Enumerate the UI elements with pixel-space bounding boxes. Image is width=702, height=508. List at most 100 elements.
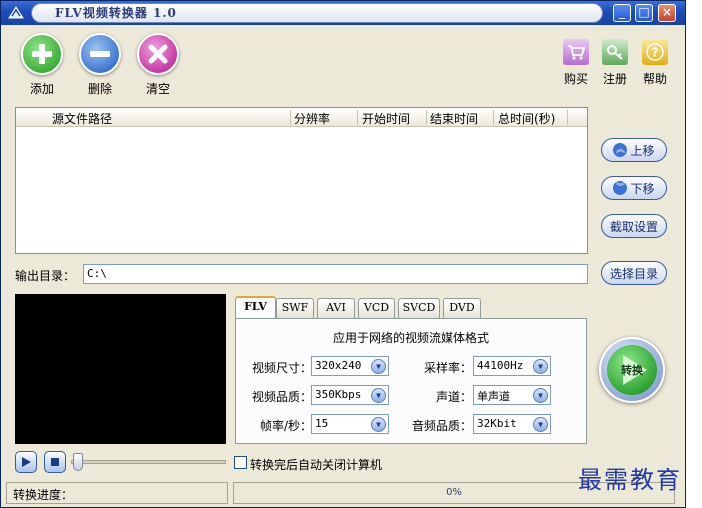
seek-track[interactable]	[71, 460, 226, 464]
column-resolution[interactable]: 分辨率	[294, 110, 330, 127]
dropdown-arrow-icon[interactable]: ▼	[533, 359, 548, 374]
video-size-select[interactable]: 320x240 ▼	[311, 356, 389, 376]
play-convert-icon: 转换	[607, 345, 657, 395]
column-start-time[interactable]: 开始时间	[362, 110, 410, 127]
play-icon	[22, 457, 31, 467]
delete-button[interactable]: 删除	[75, 33, 125, 97]
audio-quality-label: 音频品质：	[411, 419, 472, 433]
buy-label: 购买	[563, 72, 588, 86]
maximize-button[interactable]: □	[635, 4, 653, 22]
column-divider[interactable]	[426, 110, 427, 125]
frame-rate-value: 15	[315, 417, 329, 430]
format-description: 应用于网络的视频流媒体格式	[332, 331, 489, 345]
key-icon	[602, 39, 628, 65]
tab-flv[interactable]: FLV	[235, 296, 276, 319]
dropdown-arrow-icon[interactable]: ▼	[533, 417, 548, 432]
auto-shutdown-checkbox[interactable]	[234, 456, 247, 469]
double-down-icon: ︾	[613, 181, 628, 195]
close-button[interactable]: ×	[658, 4, 676, 22]
stop-button[interactable]	[44, 451, 66, 473]
buy-button[interactable]: 购买	[559, 39, 593, 87]
column-divider[interactable]	[357, 110, 358, 125]
clear-button[interactable]: 清空	[133, 33, 183, 97]
help-label: 帮助	[642, 72, 667, 86]
watermark-text: 最需教育	[578, 466, 682, 494]
column-divider[interactable]	[493, 110, 494, 125]
file-list-header: 源文件路径 分辨率 开始时间 结束时间 总时间(秒)	[16, 108, 587, 127]
video-quality-label: 视频品质：	[251, 390, 312, 404]
sample-rate-value: 44100Hz	[477, 359, 524, 372]
register-button[interactable]: 注册	[598, 39, 632, 87]
channel-select[interactable]: 单声道 ▼	[473, 385, 551, 405]
tab-avi[interactable]: AVI	[317, 298, 355, 318]
audio-quality-value: 32Kbit	[477, 417, 517, 430]
progress-label: 转换进度：	[13, 488, 74, 502]
column-total-time[interactable]: 总时间(秒)	[498, 110, 555, 127]
tab-svcd[interactable]: SVCD	[398, 298, 440, 318]
cart-icon	[563, 39, 589, 65]
convert-button[interactable]: 转换	[599, 337, 665, 403]
delete-label: 删除	[87, 82, 112, 96]
video-quality-select[interactable]: 350Kbps ▼	[311, 385, 389, 405]
file-list[interactable]: 源文件路径 分辨率 开始时间 结束时间 总时间(秒)	[15, 107, 588, 254]
svg-text:?: ?	[652, 46, 659, 60]
video-size-value: 320x240	[315, 359, 362, 372]
auto-shutdown-label[interactable]: 转换完后自动关闭计算机	[250, 456, 382, 473]
output-directory-label: 输出目录：	[15, 269, 76, 283]
play-button[interactable]	[15, 451, 37, 473]
move-down-button[interactable]: ︾ 下移	[601, 176, 667, 200]
double-up-icon: ︽	[613, 143, 628, 157]
sample-rate-label: 采样率：	[423, 361, 472, 375]
add-button[interactable]: 添加	[17, 33, 67, 97]
column-divider[interactable]	[290, 110, 291, 125]
app-icon[interactable]	[7, 4, 25, 22]
dropdown-arrow-icon[interactable]: ▼	[371, 359, 386, 374]
close-icon: ×	[661, 5, 673, 19]
title-bar[interactable]: FLV视频转换器 1.0 _ □ ×	[1, 1, 685, 25]
seek-slider-thumb[interactable]	[73, 453, 83, 471]
frame-rate-label: 帧率/秒：	[259, 419, 312, 433]
frame-rate-select[interactable]: 15 ▼	[311, 414, 389, 434]
channel-label: 声道：	[435, 390, 472, 404]
tab-dvd[interactable]: DVD	[443, 298, 481, 318]
sample-rate-select[interactable]: 44100Hz ▼	[473, 356, 551, 376]
capture-settings-button[interactable]: 截取设置	[601, 214, 667, 238]
progress-percent: 0%	[446, 487, 462, 498]
x-icon	[137, 33, 179, 75]
video-quality-value: 350Kbps	[315, 388, 362, 401]
choose-directory-label: 选择目录	[609, 266, 658, 281]
channel-value: 单声道	[477, 390, 510, 403]
stop-icon	[51, 458, 59, 466]
video-preview	[15, 294, 226, 444]
help-button[interactable]: ? 帮助	[638, 39, 672, 87]
video-size-label: 视频尺寸：	[251, 361, 312, 375]
dropdown-arrow-icon[interactable]: ▼	[371, 388, 386, 403]
minimize-icon: _	[619, 5, 625, 19]
dropdown-arrow-icon[interactable]: ▼	[533, 388, 548, 403]
audio-quality-select[interactable]: 32Kbit ▼	[473, 414, 551, 434]
progress-label-panel: 转换进度：	[6, 482, 228, 504]
choose-directory-button[interactable]: 选择目录	[601, 261, 667, 285]
register-label: 注册	[602, 72, 627, 86]
move-down-label: 下移	[630, 181, 655, 196]
plus-icon	[21, 33, 63, 75]
clear-label: 清空	[145, 82, 170, 96]
add-label: 添加	[29, 82, 54, 96]
dropdown-arrow-icon[interactable]: ▼	[371, 417, 386, 432]
capture-settings-label: 截取设置	[609, 219, 658, 234]
convert-label: 转换	[621, 364, 643, 377]
column-end-time[interactable]: 结束时间	[430, 110, 478, 127]
window-title: FLV视频转换器 1.0	[55, 6, 177, 20]
tab-vcd[interactable]: VCD	[358, 298, 395, 318]
app-window: FLV视频转换器 1.0 _ □ × 添加 删除 清空 购买 注册 ? 帮助 源…	[0, 0, 686, 508]
flv-settings-panel: 应用于网络的视频流媒体格式 视频尺寸： 320x240 ▼ 视频品质： 350K…	[235, 318, 587, 444]
column-divider[interactable]	[567, 110, 568, 125]
column-source-path[interactable]: 源文件路径	[52, 110, 112, 127]
maximize-icon: □	[638, 5, 650, 19]
move-up-label: 上移	[630, 143, 655, 158]
tab-swf[interactable]: SWF	[276, 298, 314, 318]
output-directory-field[interactable]: C:\	[83, 264, 588, 284]
move-up-button[interactable]: ︽ 上移	[601, 138, 667, 162]
question-icon: ?	[642, 39, 668, 65]
minimize-button[interactable]: _	[613, 4, 631, 22]
